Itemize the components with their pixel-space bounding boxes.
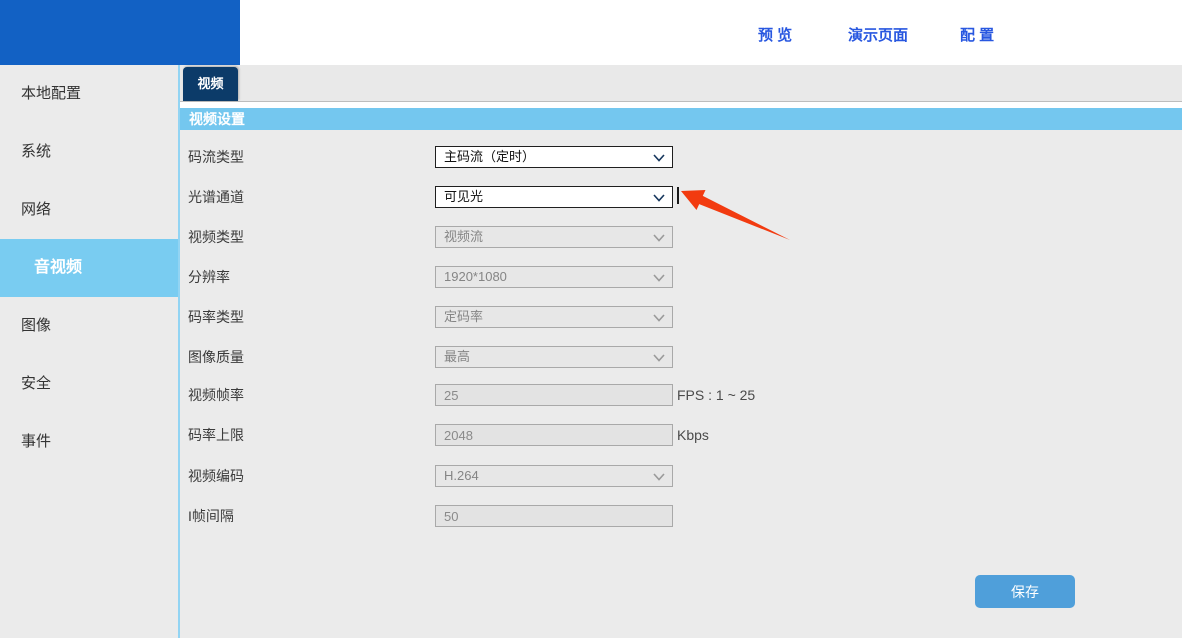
form-row-image-quality: 图像质量 最高 — [188, 346, 1178, 368]
field-control-video-type: 视频流 — [435, 226, 673, 248]
bitrate-type-selected-value: 定码率 — [444, 309, 484, 324]
nav-link-preview[interactable]: 预 览 — [758, 24, 792, 45]
form-row-frame-rate: 视频帧率 FPS : 1 ~ 25 — [188, 384, 1178, 406]
red-arrow-annotation — [681, 190, 790, 240]
video-settings-form: 码流类型 主码流（定时） 光谱通道 可见光视频类型 视频流分辨率 1920*1080 码率类… — [180, 130, 1182, 638]
sidebar-item-audio-video[interactable]: 音视频 — [0, 239, 178, 297]
video-type-select: 视频流 — [435, 226, 673, 248]
top-bar: 预 览 演示页面 配 置 — [0, 0, 1182, 65]
form-row-stream-type: 码流类型 主码流（定时） — [188, 146, 1178, 168]
sidebar-item-image[interactable]: 图像 — [0, 297, 178, 355]
chevron-down-icon — [653, 194, 665, 202]
sidebar-item-event[interactable]: 事件 — [0, 413, 178, 471]
field-label-bitrate-type: 码率类型 — [188, 309, 244, 325]
field-control-stream-type: 主码流（定时） — [435, 146, 673, 168]
sidebar-item-local-config[interactable]: 本地配置 — [0, 65, 178, 123]
form-row-resolution: 分辨率 1920*1080 — [188, 266, 1178, 288]
frame-rate-suffix-text: FPS : 1 ~ 25 — [677, 387, 756, 403]
field-label-video-encoding: 视频编码 — [188, 468, 244, 484]
section-title: 视频设置 — [189, 111, 245, 127]
max-bitrate-suffix-text: Kbps — [677, 427, 709, 443]
sidebar: 本地配置 系统 网络 音视频 图像 安全 事件 — [0, 65, 180, 638]
field-label-frame-rate: 视频帧率 — [188, 387, 244, 403]
field-label-video-type: 视频类型 — [188, 229, 244, 245]
resolution-selected-value: 1920*1080 — [444, 269, 507, 284]
spectrum-channel-selected-value: 可见光 — [444, 189, 484, 204]
video-encoding-selected-value: H.264 — [444, 468, 479, 483]
frame-rate-input — [435, 384, 673, 406]
tab-video[interactable]: 视频 — [183, 67, 238, 101]
chevron-down-icon — [653, 473, 665, 481]
i-frame-interval-input — [435, 505, 673, 527]
field-label-resolution: 分辨率 — [188, 269, 230, 285]
chevron-down-icon — [653, 314, 665, 322]
sidebar-item-system[interactable]: 系统 — [0, 123, 178, 181]
nav-link-config[interactable]: 配 置 — [960, 24, 994, 45]
sidebar-item-security[interactable]: 安全 — [0, 355, 178, 413]
field-control-resolution: 1920*1080 — [435, 266, 673, 288]
image-quality-selected-value: 最高 — [444, 349, 471, 364]
page: 预 览 演示页面 配 置 本地配置 系统 网络 音视频 图像 安全 事件 视频 视频设置 码流类… — [0, 0, 1182, 638]
field-control-image-quality: 最高 — [435, 346, 673, 368]
form-row-i-frame-interval: I帧间隔 — [188, 505, 1178, 527]
bitrate-type-select: 定码率 — [435, 306, 673, 328]
form-row-max-bitrate: 码率上限 Kbps — [188, 424, 1178, 446]
field-control-i-frame-interval — [435, 505, 673, 527]
main-content: 视频 视频设置 码流类型 主码流（定时） 光谱通道 可见光视频类型 视频流分辨率 1920… — [180, 65, 1182, 638]
nav-link-demo-page[interactable]: 演示页面 — [848, 24, 908, 45]
chevron-down-icon — [653, 234, 665, 242]
field-label-spectrum-channel: 光谱通道 — [188, 189, 244, 205]
video-type-selected-value: 视频流 — [444, 229, 484, 244]
field-control-spectrum-channel: 可见光 — [435, 186, 673, 208]
sidebar-item-network[interactable]: 网络 — [0, 181, 178, 239]
field-control-bitrate-type: 定码率 — [435, 306, 673, 328]
field-label-stream-type: 码流类型 — [188, 149, 244, 165]
field-label-image-quality: 图像质量 — [188, 349, 244, 365]
field-control-video-encoding: H.264 — [435, 465, 673, 487]
field-control-frame-rate — [435, 384, 673, 406]
chevron-down-icon — [653, 354, 665, 362]
field-label-max-bitrate: 码率上限 — [188, 427, 244, 443]
max-bitrate-input — [435, 424, 673, 446]
image-quality-select: 最高 — [435, 346, 673, 368]
stream-type-selected-value: 主码流（定时） — [444, 149, 536, 164]
form-row-bitrate-type: 码率类型 定码率 — [188, 306, 1178, 328]
field-control-max-bitrate — [435, 424, 673, 446]
resolution-select: 1920*1080 — [435, 266, 673, 288]
tab-bar: 视频 — [180, 65, 1182, 102]
section-header: 视频设置 — [180, 108, 1182, 130]
save-button[interactable]: 保存 — [975, 575, 1075, 608]
form-row-video-encoding: 视频编码 H.264 — [188, 465, 1178, 487]
video-encoding-select: H.264 — [435, 465, 673, 487]
chevron-down-icon — [653, 274, 665, 282]
spectrum-channel-select[interactable]: 可见光 — [435, 186, 673, 208]
chevron-down-icon — [653, 154, 665, 162]
field-label-i-frame-interval: I帧间隔 — [188, 508, 234, 524]
top-nav: 预 览 演示页面 配 置 — [0, 0, 1182, 65]
stream-type-select[interactable]: 主码流（定时） — [435, 146, 673, 168]
